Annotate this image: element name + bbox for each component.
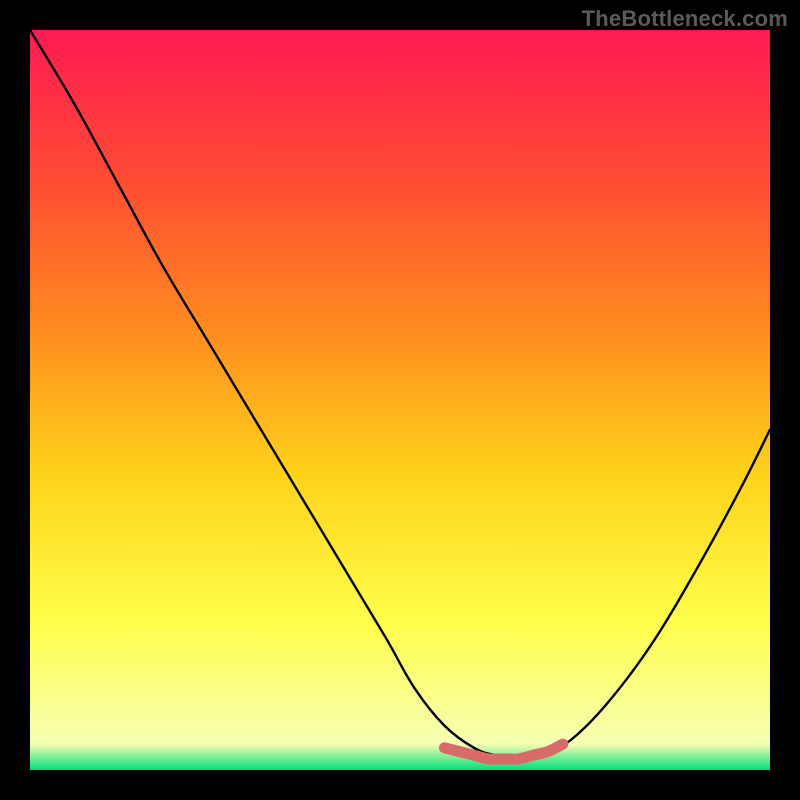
chart-svg	[30, 30, 770, 770]
chart-frame: TheBottleneck.com	[0, 0, 800, 800]
watermark-text: TheBottleneck.com	[582, 6, 788, 32]
plot-area	[30, 30, 770, 770]
gradient-rect	[30, 30, 770, 770]
